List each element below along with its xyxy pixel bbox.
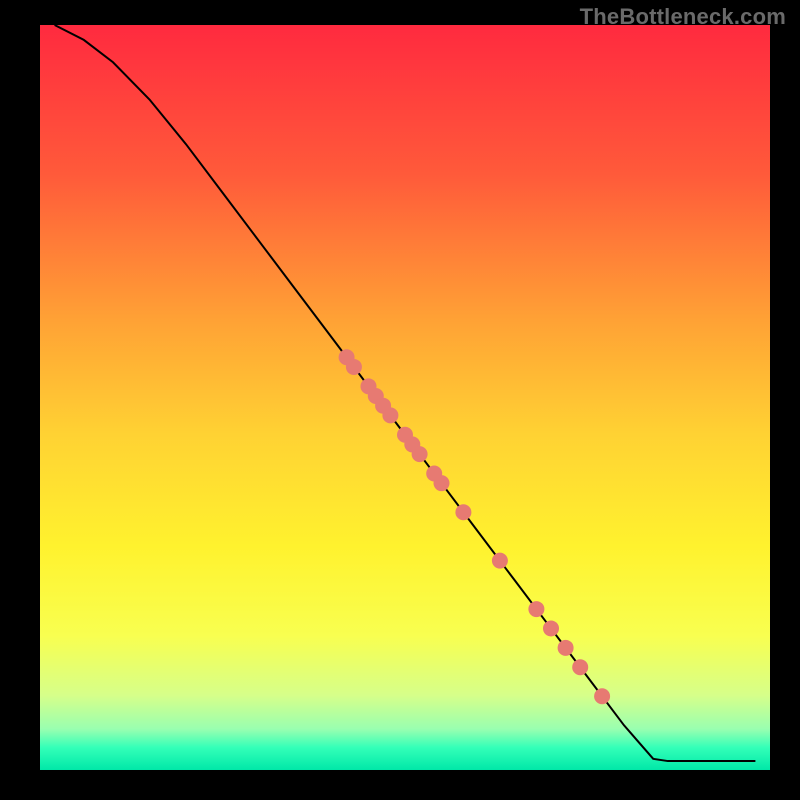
data-point: [594, 688, 610, 704]
data-point: [412, 446, 428, 462]
watermark-text: TheBottleneck.com: [580, 4, 786, 30]
data-point: [558, 640, 574, 656]
data-point: [543, 620, 559, 636]
data-point: [346, 359, 362, 375]
plot-background: [40, 25, 770, 770]
line-chart: [0, 0, 800, 800]
data-point: [572, 659, 588, 675]
data-point: [382, 407, 398, 423]
chart-frame: TheBottleneck.com: [0, 0, 800, 800]
data-point: [528, 601, 544, 617]
data-point: [492, 553, 508, 569]
data-point: [434, 475, 450, 491]
data-point: [455, 504, 471, 520]
